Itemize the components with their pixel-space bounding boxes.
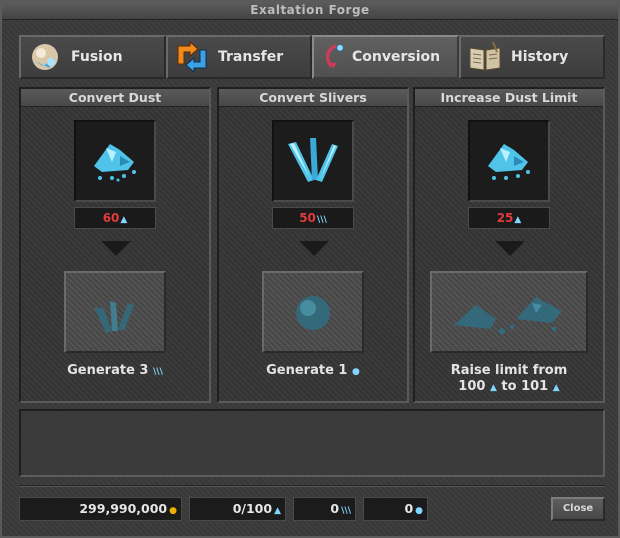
tab-history[interactable]: History — [459, 35, 605, 79]
conversion-icon — [326, 44, 344, 69]
increase-dust-limit-result: Raise limit from 100 ▲ to 101 ▲ — [415, 363, 603, 396]
convert-dust-button[interactable] — [64, 271, 166, 353]
slivers-icon — [288, 138, 338, 182]
core-unit-icon: ● — [415, 506, 423, 516]
dust-limit-cost-value: 25 — [496, 211, 514, 225]
dust-limit-cost: 25▲ — [468, 207, 550, 229]
gold-balance-value: 299,990,000 — [79, 501, 168, 516]
tab-conversion-label: Conversion — [352, 49, 441, 65]
panel-title: Convert Slivers — [219, 89, 407, 107]
cores-balance: 0 ● — [363, 497, 428, 521]
dust-unit-icon: ▲ — [552, 383, 560, 393]
dust-icon — [488, 144, 530, 180]
increase-dust-limit-button[interactable] — [430, 271, 588, 353]
cores-balance-value: 0 — [404, 501, 414, 516]
tab-conversion[interactable]: Conversion — [312, 35, 459, 79]
dust-unit-icon: ▲ — [274, 506, 281, 516]
gold-coin-icon: ● — [169, 506, 177, 516]
dust-cost-value: 60 — [102, 211, 120, 225]
result-label: Generate 1 — [266, 363, 348, 378]
tab-history-label: History — [511, 49, 569, 65]
result-label: Raise limit from — [450, 363, 568, 378]
dust-unit-icon: ▲ — [514, 215, 522, 225]
tab-transfer-label: Transfer — [218, 49, 284, 65]
convert-slivers-panel: Convert Slivers 50\\\ Generate 1 ● — [217, 87, 409, 403]
convert-dust-result: Generate 3 \\\ — [21, 363, 209, 380]
slivers-cost: 50\\\ — [272, 207, 354, 229]
down-arrow-icon — [101, 241, 131, 256]
convert-slivers-button[interactable] — [262, 271, 364, 353]
dust-limit-item-slot[interactable] — [468, 120, 550, 202]
dust-unit-icon: ▲ — [489, 383, 497, 393]
dust-item-slot[interactable] — [74, 120, 156, 202]
dust-unit-icon: ▲ — [120, 215, 128, 225]
panel-title: Increase Dust Limit — [415, 89, 603, 107]
message-area — [19, 409, 605, 477]
window-title[interactable]: Exaltation Forge — [2, 2, 618, 20]
slivers-balance-value: 0 — [330, 501, 340, 516]
gold-balance: 299,990,000 ● — [19, 497, 182, 521]
dust-cost: 60▲ — [74, 207, 156, 229]
panel-title: Convert Dust — [21, 89, 209, 107]
exaltation-forge-window: Exaltation Forge Fusion Transfer Convers… — [0, 0, 620, 538]
fusion-icon — [32, 44, 58, 70]
dust-balance-value: 0/100 — [232, 501, 273, 516]
down-arrow-icon — [299, 241, 329, 256]
convert-slivers-result: Generate 1 ● — [219, 363, 407, 380]
down-arrow-icon — [495, 241, 525, 256]
close-button[interactable]: Close — [551, 497, 605, 521]
result-label: Generate 3 — [67, 363, 149, 378]
increase-dust-limit-panel: Increase Dust Limit 25▲ Raise limit from… — [413, 87, 605, 403]
tab-bar: Fusion Transfer Conversion History — [19, 35, 605, 79]
tab-fusion-label: Fusion — [71, 49, 123, 65]
dust-piles-result-icon — [454, 297, 562, 334]
slivers-result-icon — [94, 301, 134, 333]
history-book-icon — [469, 41, 501, 71]
tab-fusion[interactable]: Fusion — [19, 35, 166, 79]
result-limit-line: 100 ▲ to 101 ▲ — [415, 379, 603, 396]
core-result-icon — [296, 296, 330, 330]
sliver-unit-icon: \\\ — [341, 506, 351, 516]
slivers-cost-value: 50 — [299, 211, 316, 225]
transfer-arrows-icon — [177, 40, 207, 74]
current-limit: 100 — [458, 379, 486, 394]
convert-dust-panel: Convert Dust 60▲ Generate 3 \\\ — [19, 87, 211, 403]
sliver-unit-icon: \\\ — [153, 367, 163, 377]
sliver-unit-icon: \\\ — [316, 215, 327, 225]
slivers-item-slot[interactable] — [272, 120, 354, 202]
dust-balance: 0/100 ▲ — [189, 497, 286, 521]
core-unit-icon: ● — [352, 367, 360, 377]
divider — [19, 485, 605, 487]
dust-icon — [94, 144, 136, 182]
tab-transfer[interactable]: Transfer — [166, 35, 312, 79]
slivers-balance: 0 \\\ — [293, 497, 356, 521]
new-limit: to 101 — [501, 379, 549, 394]
